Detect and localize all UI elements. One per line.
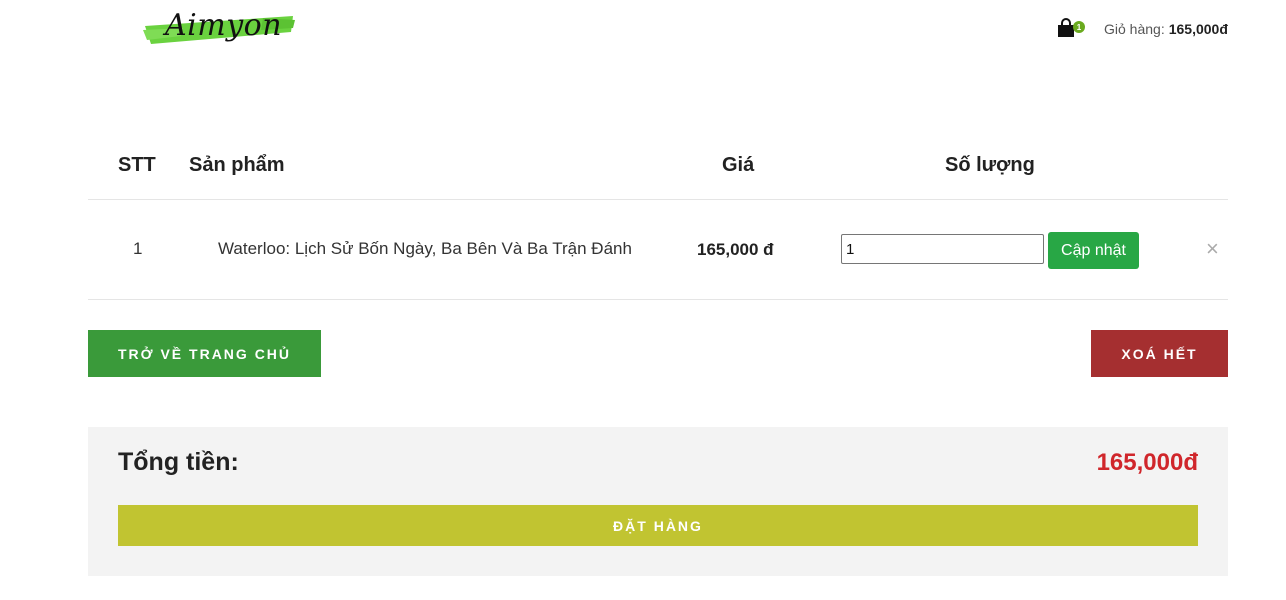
- row-stt: 1: [133, 239, 143, 258]
- cart-total: 165,000đ: [1168, 21, 1228, 37]
- column-header-product: Sản phẩm: [189, 154, 285, 176]
- column-header-stt: STT: [118, 154, 156, 176]
- column-header-quantity: Số lượng: [945, 154, 1035, 176]
- row-price: 165,000 đ: [697, 240, 774, 259]
- site-logo[interactable]: Aimyon: [143, 6, 298, 54]
- column-header-price: Giá: [722, 154, 755, 176]
- table-row: 1 Waterloo: Lịch Sử Bốn Ngày, Ba Bên Và …: [88, 201, 1228, 300]
- close-icon[interactable]: ×: [1206, 236, 1219, 262]
- cart-table-header: STT Sản phẩm Giá Số lượng: [88, 140, 1228, 200]
- cart-label: Giỏ hàng:: [1104, 21, 1165, 37]
- total-label: Tổng tiền:: [118, 448, 239, 476]
- cart-count-badge: 1: [1073, 21, 1085, 33]
- header-cart[interactable]: 1 Giỏ hàng: 165,000đ: [1056, 18, 1228, 40]
- total-value: 165,000đ: [1096, 449, 1198, 476]
- cart-summary: Tổng tiền: 165,000đ ĐẶT HÀNG: [88, 427, 1228, 576]
- row-product-name[interactable]: Waterloo: Lịch Sử Bốn Ngày, Ba Bên Và Ba…: [218, 239, 632, 259]
- place-order-button[interactable]: ĐẶT HÀNG: [118, 505, 1198, 546]
- back-to-home-button[interactable]: TRỞ VỀ TRANG CHỦ: [88, 330, 321, 377]
- shopping-bag-icon[interactable]: 1: [1056, 18, 1086, 40]
- clear-cart-button[interactable]: XOÁ HẾT: [1091, 330, 1228, 377]
- update-quantity-button[interactable]: Cập nhật: [1048, 232, 1139, 269]
- quantity-input[interactable]: [841, 234, 1044, 264]
- logo-text: Aimyon: [165, 8, 283, 43]
